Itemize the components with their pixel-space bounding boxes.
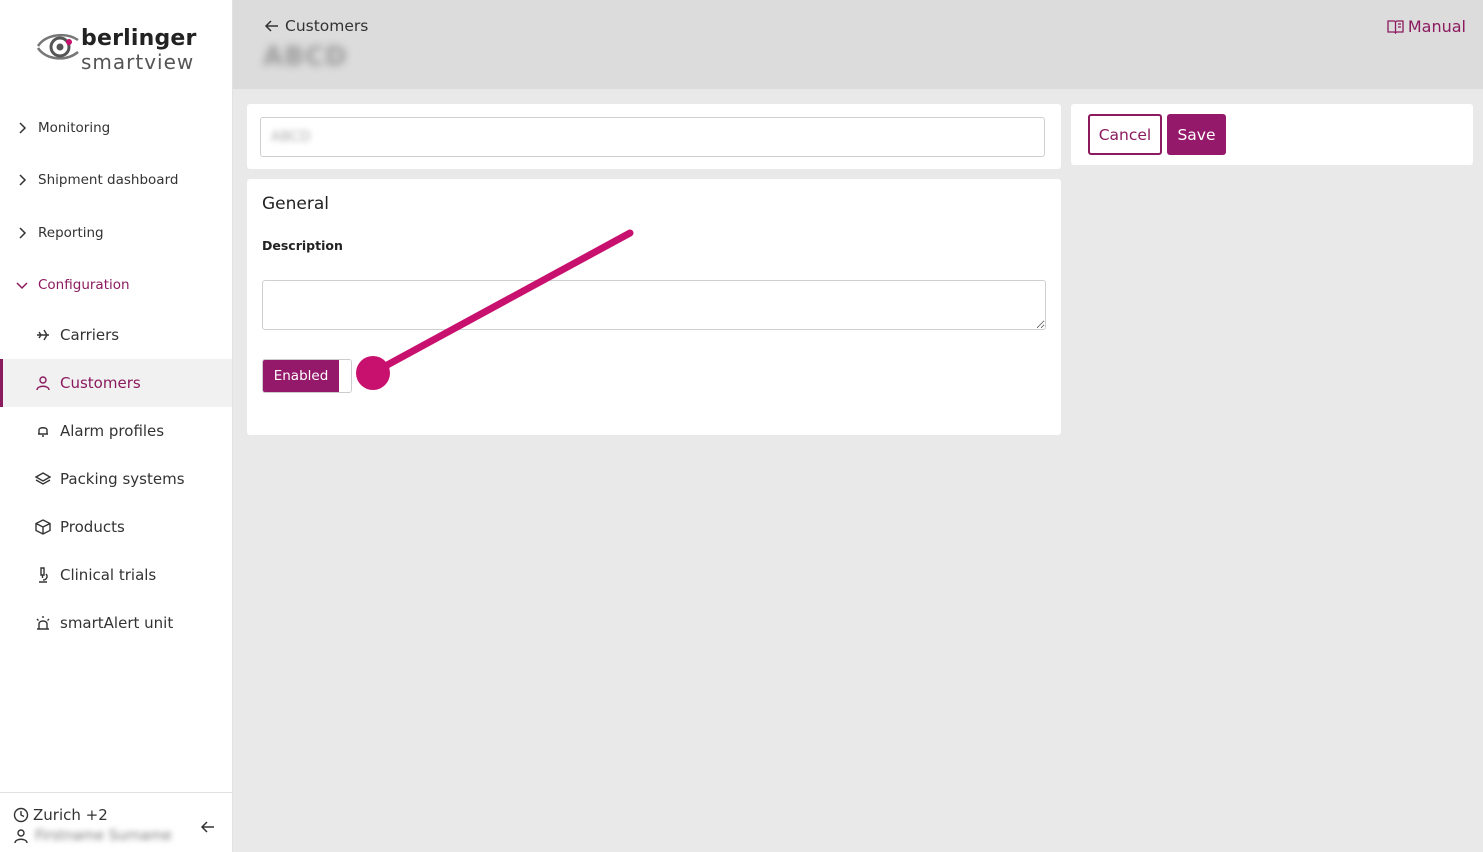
nav-group-label: Reporting: [38, 225, 104, 241]
user-icon: [14, 829, 28, 844]
sidebar-item-label: Packing systems: [60, 470, 185, 488]
nav-group-monitoring[interactable]: Monitoring: [0, 113, 233, 143]
user-profile[interactable]: Firstname Surname: [13, 828, 172, 844]
clock-icon: [13, 807, 29, 823]
back-link-label: Customers: [285, 17, 369, 35]
nav-group-shipment-dashboard[interactable]: Shipment dashboard: [0, 165, 233, 195]
airplane-icon: [35, 327, 51, 343]
customer-name-input[interactable]: ABCD: [260, 117, 1045, 157]
manual-link[interactable]: Manual: [1387, 17, 1466, 36]
microscope-icon: [35, 567, 51, 583]
user-icon: [35, 375, 51, 391]
customer-name-value: ABCD: [271, 129, 311, 145]
berlinger-logo[interactable]: berlinger smartview: [36, 26, 206, 76]
chevron-right-icon: [19, 122, 27, 134]
sidebar-item-customers[interactable]: Customers: [0, 359, 232, 407]
timezone-indicator[interactable]: Zurich +2: [13, 806, 108, 824]
sidebar-item-packing-systems[interactable]: Packing systems: [0, 455, 232, 503]
collapse-sidebar-button[interactable]: [198, 817, 218, 837]
username-label: Firstname Surname: [35, 828, 172, 844]
general-section-card: General Description Enabled: [247, 179, 1061, 435]
chevron-down-icon: [16, 282, 28, 290]
alert-light-icon: [35, 615, 51, 631]
sidebar-item-smartalert-unit[interactable]: smartAlert unit: [0, 599, 232, 647]
sidebar-item-label: Carriers: [60, 326, 120, 344]
sidebar-footer: Zurich +2 Firstname Surname: [0, 792, 233, 852]
book-icon: [1387, 20, 1404, 34]
page-title: ABCD: [263, 42, 348, 72]
bell-icon: [35, 423, 51, 439]
sidebar-item-carriers[interactable]: Carriers: [0, 311, 232, 359]
enabled-toggle[interactable]: Enabled: [262, 359, 352, 393]
cancel-button[interactable]: Cancel: [1088, 114, 1162, 155]
nav-group-label: Monitoring: [38, 120, 111, 136]
sidebar-item-label: Clinical trials: [60, 566, 157, 584]
sidebar-item-label: smartAlert unit: [60, 614, 174, 632]
nav-group-reporting[interactable]: Reporting: [0, 218, 233, 248]
sidebar-item-clinical-trials[interactable]: Clinical trials: [0, 551, 232, 599]
sidebar-item-label: Alarm profiles: [60, 422, 165, 440]
save-button[interactable]: Save: [1167, 114, 1226, 155]
sidebar-item-products[interactable]: Products: [0, 503, 232, 551]
box-icon: [35, 519, 51, 535]
chevron-right-icon: [19, 174, 27, 186]
nav-group-label: Configuration: [38, 277, 130, 293]
sidebar-item-alarm-profiles[interactable]: Alarm profiles: [0, 407, 232, 455]
timezone-label: Zurich +2: [33, 806, 108, 824]
layers-icon: [35, 471, 51, 487]
manual-label: Manual: [1407, 17, 1466, 36]
sidebar-item-label: Customers: [60, 374, 141, 392]
arrow-left-icon: [200, 821, 214, 833]
sidebar: berlinger smartview Monitoring Shipment …: [0, 0, 233, 852]
page-header: Customers ABCD Manual: [233, 0, 1483, 89]
logo-text-smartview: smartview: [81, 50, 195, 74]
nav-group-label: Shipment dashboard: [38, 172, 179, 188]
eye-logo-icon: [36, 33, 79, 60]
chevron-right-icon: [19, 227, 27, 239]
sidebar-item-label: Products: [60, 518, 125, 536]
nav-group-configuration[interactable]: Configuration: [0, 270, 233, 300]
arrow-left-icon: [264, 20, 278, 32]
logo-text-berlinger: berlinger: [81, 26, 197, 51]
section-title-general: General: [262, 194, 329, 214]
back-to-customers-link[interactable]: Customers: [263, 17, 368, 35]
actions-card: Cancel Save: [1071, 104, 1473, 165]
enabled-toggle-label: Enabled: [263, 360, 339, 392]
customer-name-card: ABCD: [247, 104, 1061, 169]
description-textarea[interactable]: [262, 280, 1046, 330]
toggle-knob: [340, 360, 351, 392]
description-label: Description: [262, 238, 343, 253]
